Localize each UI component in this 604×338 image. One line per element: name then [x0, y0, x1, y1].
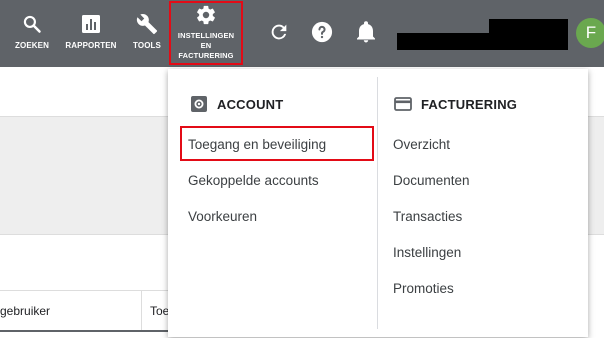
tools-button[interactable]: TOOLS: [129, 0, 165, 67]
wrench-icon: [136, 13, 158, 35]
billing-section-header: FACTURERING: [394, 95, 517, 113]
menu-item-linked-accounts[interactable]: Gekoppelde accounts: [188, 173, 319, 188]
account-header-label: ACCOUNT: [217, 96, 284, 112]
reports-label: RAPPORTEN: [65, 41, 117, 50]
menu-item-promotions[interactable]: Promoties: [393, 281, 454, 296]
billing-header-label: FACTURERING: [421, 96, 518, 112]
column-separator: [141, 291, 142, 331]
avatar[interactable]: F: [576, 18, 604, 48]
search-icon: [22, 13, 42, 35]
notifications-bell-icon[interactable]: [356, 21, 376, 48]
table-header-divider: [0, 290, 170, 291]
menu-item-preferences[interactable]: Voorkeuren: [188, 209, 257, 224]
reports-button[interactable]: RAPPORTEN: [63, 0, 119, 67]
column-sort-underline: [0, 330, 170, 332]
column-header-user[interactable]: gebruiker: [0, 304, 50, 318]
refresh-icon[interactable]: [268, 21, 290, 48]
bar-chart-icon: [81, 13, 101, 35]
menu-item-settings[interactable]: Instellingen: [393, 245, 461, 260]
search-label: ZOEKEN: [15, 41, 49, 50]
search-button[interactable]: ZOEKEN: [10, 0, 54, 67]
redacted-account-id: [397, 33, 568, 50]
credit-card-icon: [394, 95, 412, 113]
settings-billing-menu: ACCOUNT Toegang en beveiliging Gekoppeld…: [168, 69, 588, 337]
column-header-access[interactable]: Toe: [150, 304, 169, 318]
redacted-account-name: [489, 19, 568, 33]
access-security-highlight-box: [180, 126, 374, 161]
menu-item-transactions[interactable]: Transacties: [393, 209, 462, 224]
settings-highlight-box: [169, 1, 243, 65]
settings-box-icon: [190, 95, 208, 113]
tools-label: TOOLS: [133, 41, 161, 50]
menu-column-divider: [377, 77, 378, 329]
account-section-header: ACCOUNT: [190, 95, 283, 113]
help-icon[interactable]: [311, 21, 333, 48]
menu-item-documents[interactable]: Documenten: [393, 173, 470, 188]
menu-item-overview[interactable]: Overzicht: [393, 137, 450, 152]
top-navigation-bar: ZOEKEN RAPPORTEN TOOLS INSTELLINGEN EN F…: [0, 0, 604, 67]
